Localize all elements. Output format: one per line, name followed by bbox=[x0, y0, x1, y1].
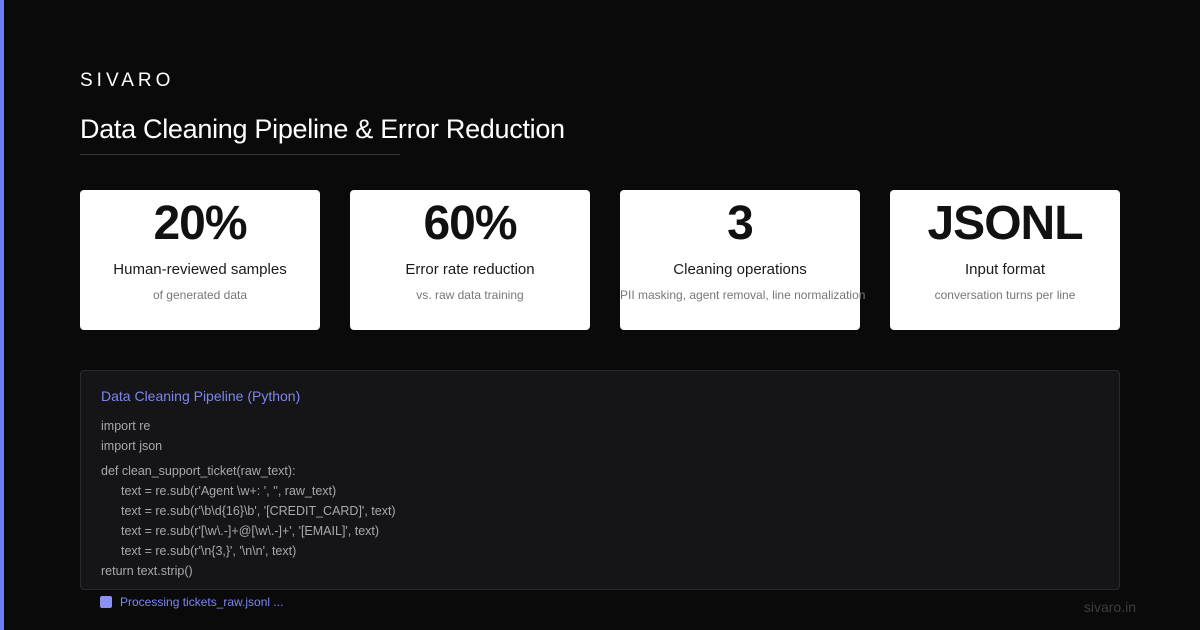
footer-url: sivaro.in bbox=[1083, 599, 1136, 615]
stat-subtext: PII masking, agent removal, line normali… bbox=[620, 288, 866, 302]
stat-subtext: vs. raw data training bbox=[416, 288, 524, 302]
stat-card-human-reviewed: 20% Human-reviewed samples of generated … bbox=[80, 190, 320, 330]
stat-value: JSONL bbox=[927, 197, 1083, 250]
code-line: text = re.sub(r'[\w\.-]+@[\w\.-]+', '[EM… bbox=[121, 524, 380, 538]
stat-subtext: of generated data bbox=[152, 288, 248, 302]
status-square-icon bbox=[100, 596, 112, 608]
accent-bar bbox=[0, 0, 4, 630]
code-line: import json bbox=[101, 439, 163, 453]
stat-value: 3 bbox=[727, 197, 754, 250]
code-line: text = re.sub(r'Agent \w+: ', '', raw_te… bbox=[121, 484, 337, 498]
stat-label: Cleaning operations bbox=[673, 261, 807, 278]
code-panel: Data Cleaning Pipeline (Python) import r… bbox=[80, 370, 1120, 590]
stat-label: Input format bbox=[964, 261, 1046, 278]
stat-card-input-format: JSONL Input format conversation turns pe… bbox=[890, 190, 1120, 330]
stat-label: Human-reviewed samples bbox=[113, 261, 287, 278]
code-line: def clean_support_ticket(raw_text): bbox=[101, 464, 296, 478]
code-line: return text.strip() bbox=[101, 564, 193, 578]
code-line: import re bbox=[101, 419, 151, 433]
code-line: text = re.sub(r'\b\d{16}\b', '[CREDIT_CA… bbox=[121, 504, 396, 518]
stat-card-error-reduction: 60% Error rate reduction vs. raw data tr… bbox=[350, 190, 590, 330]
page-title: Data Cleaning Pipeline & Error Reduction bbox=[80, 114, 565, 144]
code-line: text = re.sub(r'\n{3,}', '\n\n', text) bbox=[121, 544, 297, 558]
status-indicator: Processing tickets_raw.jsonl ... bbox=[100, 595, 283, 609]
stat-label: Error rate reduction bbox=[405, 261, 535, 278]
stat-subtext: conversation turns per line bbox=[934, 288, 1076, 302]
status-text: Processing tickets_raw.jsonl ... bbox=[120, 595, 284, 609]
title-divider bbox=[80, 154, 400, 155]
stat-card-cleaning-operations: 3 Cleaning operations PII masking, agent… bbox=[620, 190, 866, 330]
brand-logo: SIVARO bbox=[80, 70, 175, 91]
stat-value: 60% bbox=[423, 197, 517, 250]
stat-value: 20% bbox=[153, 197, 247, 250]
code-title: Data Cleaning Pipeline (Python) bbox=[101, 388, 301, 404]
